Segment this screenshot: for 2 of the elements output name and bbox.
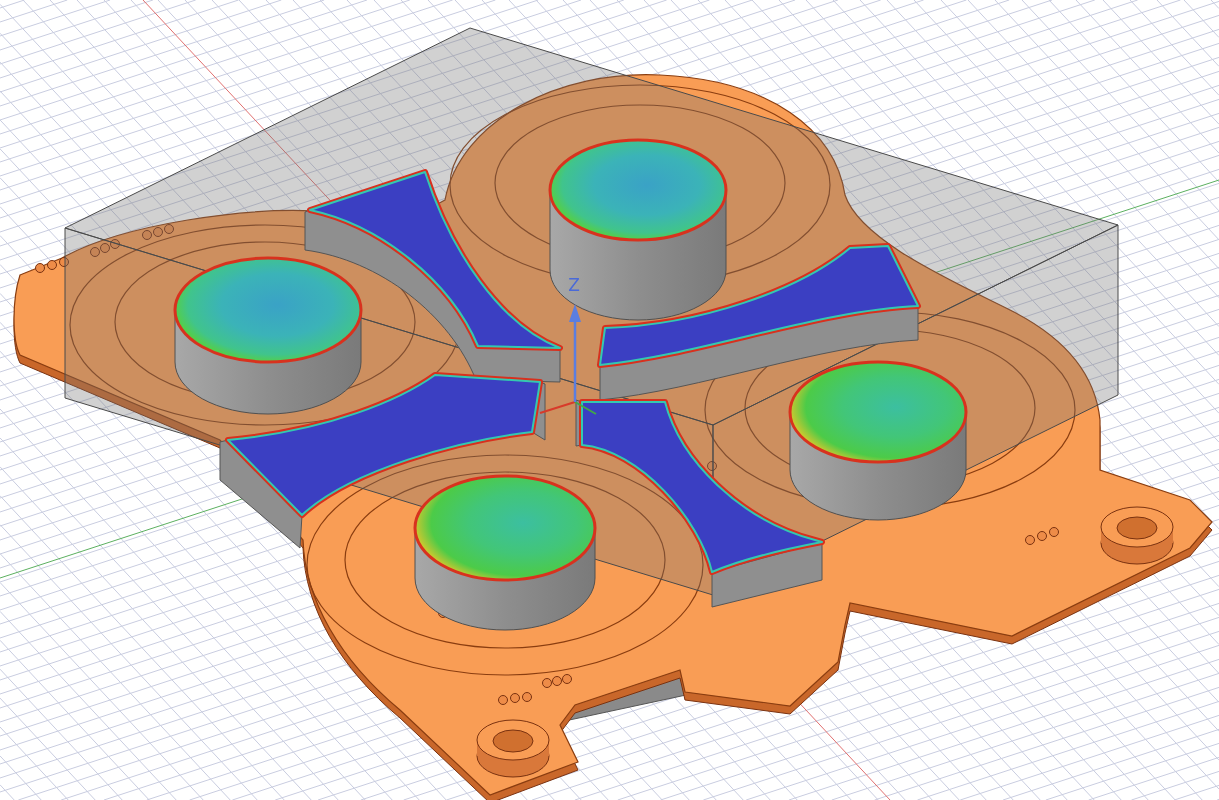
z-axis-label: Z: [568, 275, 580, 295]
origin-axes-drawing: [539, 401, 597, 415]
